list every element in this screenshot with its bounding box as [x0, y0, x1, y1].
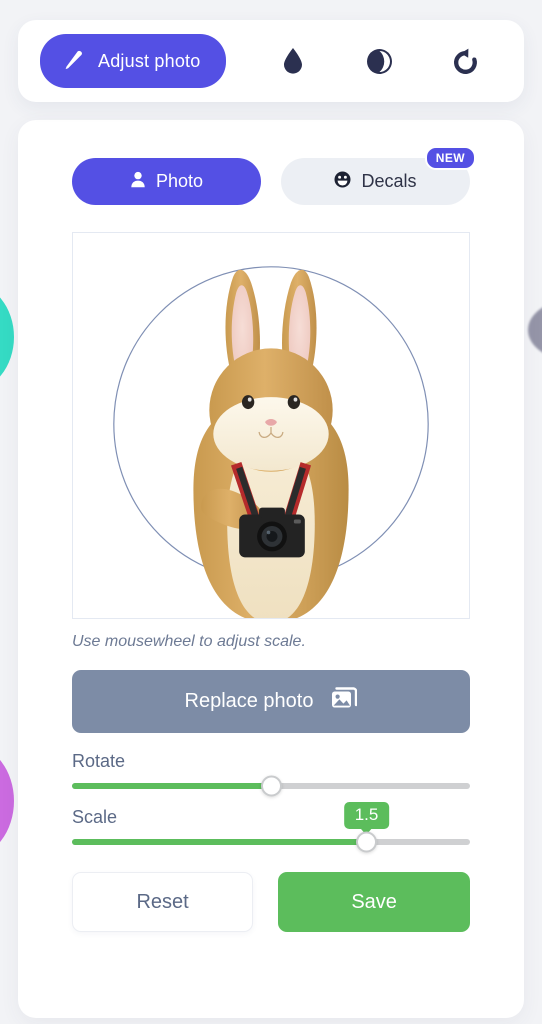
replace-photo-button[interactable]: Replace photo	[72, 670, 470, 733]
image-icon	[331, 687, 357, 716]
adjust-photo-button[interactable]: Adjust photo	[40, 34, 226, 88]
slider-scale: Scale 1.5	[72, 807, 470, 845]
pencil-icon	[62, 48, 86, 75]
decorative-blob-magenta	[0, 745, 14, 857]
slider-scale-thumb[interactable]	[356, 832, 377, 853]
slider-scale-label: Scale	[72, 807, 470, 828]
droplet-icon[interactable]	[278, 46, 308, 76]
reset-button[interactable]: Reset	[72, 872, 253, 932]
rotate-icon[interactable]	[450, 46, 480, 76]
slider-rotate-track[interactable]	[72, 783, 470, 789]
tab-bar: Photo Decals NEW	[18, 120, 524, 205]
decorative-blob-right	[528, 300, 542, 360]
decorative-blob-teal	[0, 283, 14, 391]
person-icon	[130, 171, 146, 193]
tab-photo-label: Photo	[156, 171, 203, 192]
tab-decals[interactable]: Decals NEW	[281, 158, 470, 205]
tab-photo[interactable]: Photo	[72, 158, 261, 205]
tool-icon-group	[278, 46, 480, 76]
slider-scale-track[interactable]: 1.5	[72, 839, 470, 845]
save-button[interactable]: Save	[278, 872, 470, 932]
tab-decals-label: Decals	[361, 171, 416, 192]
rabbit-with-camera-illustration	[73, 233, 469, 618]
slider-scale-fill	[72, 839, 367, 845]
action-bar: Reset Save	[72, 872, 470, 932]
slider-scale-value-tooltip: 1.5	[344, 802, 390, 829]
editor-card: Photo Decals NEW	[18, 120, 524, 1018]
toolbar: Adjust photo	[18, 20, 524, 102]
photo-preview[interactable]	[72, 232, 470, 619]
slider-rotate-label: Rotate	[72, 751, 470, 772]
status-badge-new: NEW	[425, 146, 476, 170]
preview-hint: Use mousewheel to adjust scale.	[72, 633, 524, 651]
replace-photo-label: Replace photo	[185, 690, 314, 713]
contrast-icon[interactable]	[364, 46, 394, 76]
slider-rotate: Rotate	[72, 751, 470, 789]
slider-rotate-thumb[interactable]	[261, 776, 282, 797]
adjust-photo-label: Adjust photo	[98, 51, 200, 72]
slider-rotate-fill	[72, 783, 271, 789]
smiley-icon	[334, 171, 351, 193]
